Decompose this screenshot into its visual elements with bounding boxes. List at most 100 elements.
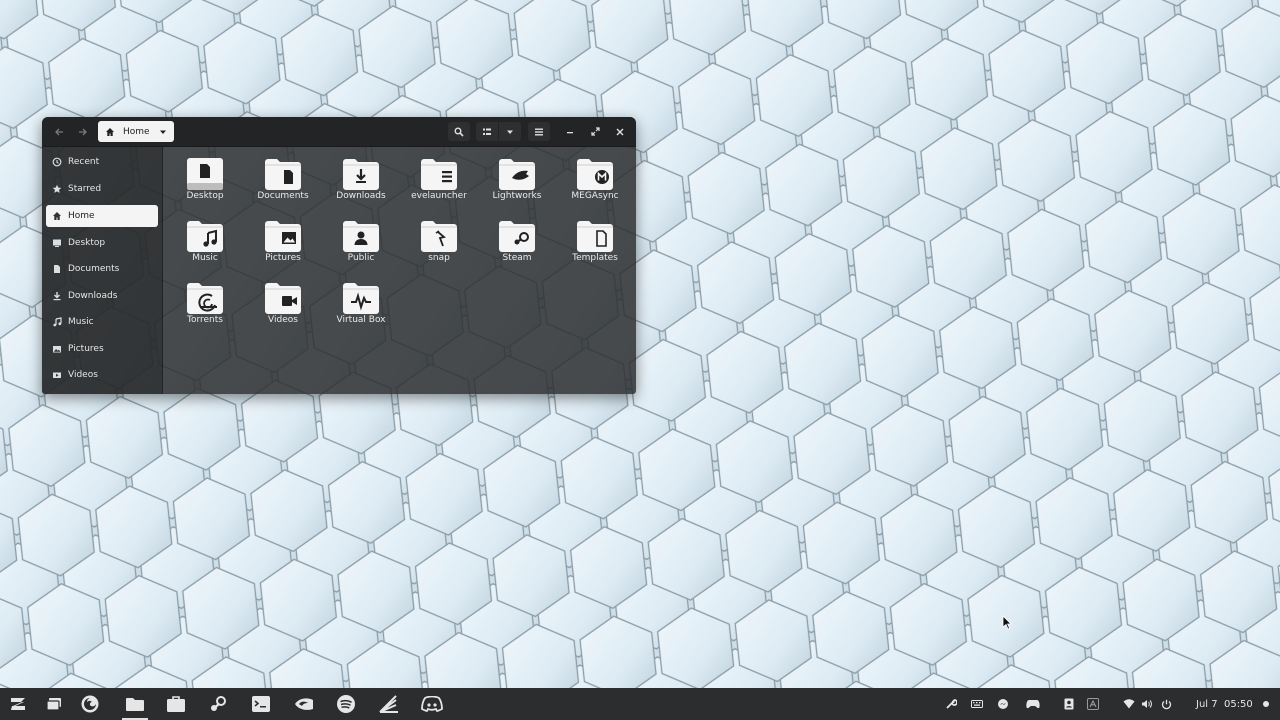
file-item-downloads[interactable]: Downloads	[323, 147, 399, 207]
zorin-menu-button[interactable]	[4, 688, 32, 720]
file-item-steam[interactable]: Steam	[479, 209, 555, 269]
sidebar-item-label: Starred	[68, 184, 102, 194]
picture-icon	[52, 344, 62, 354]
desktop-icon	[52, 238, 62, 248]
file-manager-window: Home Recent Starred Home Desktop Documen…	[42, 117, 636, 394]
close-button[interactable]	[610, 122, 630, 141]
messenger-icon	[998, 699, 1008, 709]
videos-folder-icon	[265, 283, 301, 314]
discord-icon	[421, 696, 443, 712]
mouse-pointer-icon	[1002, 615, 1012, 630]
tray-wifi[interactable]	[1119, 688, 1139, 720]
location-pathbar[interactable]: Home	[98, 121, 174, 142]
path-label: Home	[123, 126, 150, 137]
sidebar-item-label: Documents	[68, 264, 120, 274]
workspaces-button[interactable]	[40, 688, 68, 720]
spotify-button[interactable]	[332, 688, 360, 720]
software-store-button[interactable]	[162, 688, 190, 720]
sidebar-item-downloads[interactable]: Downloads	[46, 285, 158, 307]
sidebar-item-documents[interactable]: Documents	[46, 258, 158, 280]
file-item-videos[interactable]: Videos	[245, 271, 321, 331]
places-sidebar: Recent Starred Home Desktop Documents Do…	[42, 147, 163, 394]
search-button[interactable]	[448, 122, 470, 141]
tray-gamepad[interactable]	[1023, 688, 1043, 720]
file-name: MEGAsync	[571, 191, 619, 201]
sidebar-item-music[interactable]: Music	[46, 311, 158, 333]
file-name: Steam	[502, 253, 532, 263]
volume-icon	[1142, 700, 1152, 708]
sidebar-item-label: Recent	[68, 157, 100, 167]
header-bar: Home	[42, 117, 636, 147]
video-icon	[52, 370, 62, 380]
music-icon	[52, 317, 62, 327]
file-item-lightworks[interactable]: Lightworks	[479, 147, 555, 207]
sidebar-item-home[interactable]: Home	[46, 205, 158, 227]
tray-volume[interactable]	[1137, 688, 1157, 720]
file-item-desktop[interactable]: Desktop	[167, 147, 243, 207]
sidebar-item-label: Music	[68, 317, 94, 327]
view-options-button[interactable]	[499, 122, 521, 141]
software-store-icon	[167, 696, 185, 712]
tray-contact[interactable]	[1059, 688, 1079, 720]
file-name: Pictures	[265, 253, 301, 263]
file-item-snap[interactable]: snap	[401, 209, 477, 269]
file-item-music[interactable]: Music	[167, 209, 243, 269]
close-icon	[616, 128, 624, 135]
file-item-torrents[interactable]: Torrents	[167, 271, 243, 331]
file-item-virtual-box[interactable]: Virtual Box	[323, 271, 399, 331]
files-button[interactable]	[118, 688, 152, 720]
nvidia-settings-button[interactable]	[290, 688, 318, 720]
file-name: Templates	[572, 253, 618, 263]
pictures-folder-icon	[265, 221, 301, 252]
lightworks-icon	[379, 695, 398, 713]
tray-wrench[interactable]	[941, 688, 961, 720]
discord-button[interactable]	[418, 688, 446, 720]
tray-font[interactable]	[1083, 688, 1103, 720]
clock[interactable]: Jul 7 05:50	[1196, 688, 1253, 720]
file-name: Documents	[257, 191, 309, 201]
sidebar-item-recent[interactable]: Recent	[46, 151, 158, 173]
view-toggle-button[interactable]	[476, 122, 498, 141]
tray-power[interactable]	[1156, 688, 1176, 720]
chevron-down-icon	[160, 130, 166, 134]
clock-icon	[52, 157, 62, 167]
file-name: Desktop	[186, 191, 224, 201]
templates-folder-icon	[577, 221, 613, 252]
power-icon	[1161, 699, 1171, 709]
file-item-evelauncher[interactable]: evelauncher	[401, 147, 477, 207]
shark-folder-icon	[499, 159, 535, 190]
sidebar-item-label: Downloads	[68, 291, 118, 301]
minimize-button[interactable]	[560, 122, 580, 141]
chevron-down-icon	[507, 130, 513, 134]
sidebar-item-pictures[interactable]: Pictures	[46, 338, 158, 360]
snap-folder-icon	[421, 221, 457, 252]
sidebar-item-desktop[interactable]: Desktop	[46, 232, 158, 254]
main-menu-button[interactable]	[528, 122, 550, 141]
terminal-button[interactable]	[247, 688, 275, 720]
sidebar-item-label: Pictures	[68, 344, 104, 354]
forward-button[interactable]	[74, 122, 92, 141]
tray-messenger[interactable]	[993, 688, 1013, 720]
file-item-megasync[interactable]: MEGAsync	[557, 147, 633, 207]
steam-button[interactable]	[204, 688, 232, 720]
steam-icon	[211, 696, 226, 711]
back-button[interactable]	[50, 122, 68, 141]
lightworks-button[interactable]	[375, 688, 403, 720]
maximize-button[interactable]	[585, 122, 605, 141]
home-icon	[106, 127, 114, 136]
contact-icon	[1064, 698, 1074, 710]
notifications-button[interactable]	[1258, 688, 1274, 720]
gamepad-icon	[1026, 700, 1040, 709]
list-folder-icon	[421, 159, 457, 190]
sidebar-item-videos[interactable]: Videos	[46, 364, 158, 386]
file-item-public[interactable]: Public	[323, 209, 399, 269]
download-icon	[52, 291, 62, 301]
arrow-right-icon	[79, 128, 87, 135]
tray-keyboard[interactable]	[967, 688, 987, 720]
workspaces-icon	[46, 698, 61, 711]
firefox-button[interactable]	[76, 688, 104, 720]
file-item-documents[interactable]: Documents	[245, 147, 321, 207]
file-item-pictures[interactable]: Pictures	[245, 209, 321, 269]
file-item-templates[interactable]: Templates	[557, 209, 633, 269]
sidebar-item-starred[interactable]: Starred	[46, 178, 158, 200]
